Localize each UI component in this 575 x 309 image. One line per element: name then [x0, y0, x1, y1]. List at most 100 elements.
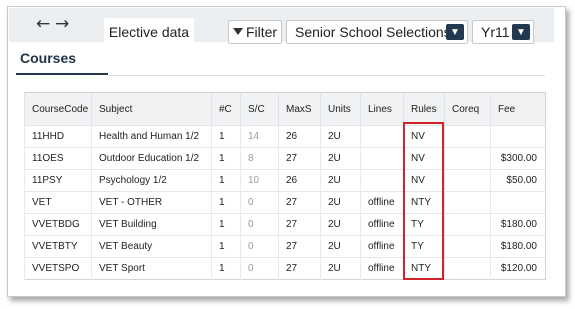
fee	[490, 125, 546, 148]
fee: $180.00	[490, 213, 546, 236]
table-row[interactable]: VVETSPO VET Sport 1 0 27 2U offline NTY …	[24, 257, 546, 280]
column-header[interactable]: MaxS	[278, 92, 321, 126]
table-row[interactable]: VET VET - OTHER 1 0 27 2U offline NTY	[24, 191, 546, 214]
class-count: 1	[211, 257, 241, 280]
column-header[interactable]: #C	[211, 92, 241, 126]
class-count: 1	[211, 235, 241, 258]
coreq	[444, 257, 491, 280]
column-header[interactable]: S/C	[240, 92, 279, 126]
max-students: 26	[278, 169, 321, 192]
table-row[interactable]: 11PSY Psychology 1/2 1 10 26 2U NV $50.0…	[24, 169, 546, 192]
section-divider	[108, 75, 545, 76]
lines: offline	[360, 191, 404, 214]
rules: TY	[403, 213, 445, 236]
course-code: VVETBDG	[24, 213, 92, 236]
subject: VET Sport	[91, 257, 212, 280]
table-row[interactable]: VVETBDG VET Building 1 0 27 2U offline T…	[24, 213, 546, 236]
selection-set-select[interactable]: Senior School Selections ▼	[286, 20, 468, 44]
rules: NTY	[403, 191, 445, 214]
subject: VET - OTHER	[91, 191, 212, 214]
student-count: 0	[240, 213, 279, 236]
class-count: 1	[211, 169, 241, 192]
max-students: 27	[278, 147, 321, 170]
lines: offline	[360, 235, 404, 258]
subject: VET Building	[91, 213, 212, 236]
rules: NV	[403, 147, 445, 170]
course-code: VVETSPO	[24, 257, 92, 280]
units: 2U	[320, 125, 361, 148]
max-students: 27	[278, 213, 321, 236]
class-count: 1	[211, 125, 241, 148]
rules: NV	[403, 169, 445, 192]
fee	[490, 191, 546, 214]
rules: NTY	[403, 257, 445, 280]
max-students: 27	[278, 235, 321, 258]
units: 2U	[320, 257, 361, 280]
student-count: 0	[240, 257, 279, 280]
tab-elective-data[interactable]: Elective data	[104, 18, 194, 46]
units: 2U	[320, 235, 361, 258]
rules: TY	[403, 235, 445, 258]
coreq	[444, 235, 491, 258]
student-count: 8	[240, 147, 279, 170]
column-header[interactable]: CourseCode	[24, 92, 92, 126]
lines	[360, 147, 404, 170]
column-header[interactable]: Lines	[360, 92, 404, 126]
student-count: 0	[240, 235, 279, 258]
column-header[interactable]: Rules	[403, 92, 445, 126]
fee: $300.00	[490, 147, 546, 170]
coreq	[444, 169, 491, 192]
active-tab-indicator	[16, 73, 108, 75]
subject: Psychology 1/2	[91, 169, 212, 192]
tab-courses[interactable]: Courses	[20, 50, 76, 66]
lines: offline	[360, 213, 404, 236]
selection-set-value: Senior School Selections	[295, 24, 451, 40]
table-row[interactable]: 11OES Outdoor Education 1/2 1 8 27 2U NV…	[24, 147, 546, 170]
coreq	[444, 125, 491, 148]
fee: $120.00	[490, 257, 546, 280]
course-code: 11PSY	[24, 169, 92, 192]
table-row[interactable]: VVETBTY VET Beauty 1 0 27 2U offline TY …	[24, 235, 546, 258]
units: 2U	[320, 147, 361, 170]
table-header-row: CourseCode Subject #C S/C MaxS Units Lin…	[24, 92, 546, 126]
fee: $180.00	[490, 235, 546, 258]
column-header[interactable]: Units	[320, 92, 361, 126]
courses-table: CourseCode Subject #C S/C MaxS Units Lin…	[24, 92, 546, 280]
student-count: 14	[240, 125, 279, 148]
chevron-down-icon[interactable]: ▼	[512, 24, 530, 40]
lines	[360, 125, 404, 148]
filter-button[interactable]: Filter	[228, 20, 282, 44]
student-count: 0	[240, 191, 279, 214]
class-count: 1	[211, 147, 241, 170]
course-code: 11OES	[24, 147, 92, 170]
max-students: 26	[278, 125, 321, 148]
year-level-select[interactable]: Yr11 ▼	[472, 20, 534, 44]
units: 2U	[320, 169, 361, 192]
subject: VET Beauty	[91, 235, 212, 258]
lines: offline	[360, 257, 404, 280]
course-code: VET	[24, 191, 92, 214]
subject: Outdoor Education 1/2	[91, 147, 212, 170]
column-header[interactable]: Fee	[490, 92, 546, 126]
arrow-left-icon[interactable]: ←	[36, 16, 50, 33]
max-students: 27	[278, 191, 321, 214]
tab-elective-label: Elective data	[108, 24, 190, 40]
student-count: 10	[240, 169, 279, 192]
coreq	[444, 213, 491, 236]
year-level-value: Yr11	[481, 24, 510, 40]
column-header[interactable]: Coreq	[444, 92, 491, 126]
lines	[360, 169, 404, 192]
chevron-down-icon[interactable]: ▼	[446, 24, 464, 40]
course-code: 11HHD	[24, 125, 92, 148]
rules: NV	[403, 125, 445, 148]
table-row[interactable]: 11HHD Health and Human 1/2 1 14 26 2U NV	[24, 125, 546, 148]
arrow-right-icon[interactable]: →	[55, 16, 69, 33]
units: 2U	[320, 213, 361, 236]
tab-courses-label: Courses	[20, 50, 77, 66]
column-header[interactable]: Subject	[91, 92, 212, 126]
course-code: VVETBTY	[24, 235, 92, 258]
units: 2U	[320, 191, 361, 214]
coreq	[444, 147, 491, 170]
coreq	[444, 191, 491, 214]
class-count: 1	[211, 191, 241, 214]
